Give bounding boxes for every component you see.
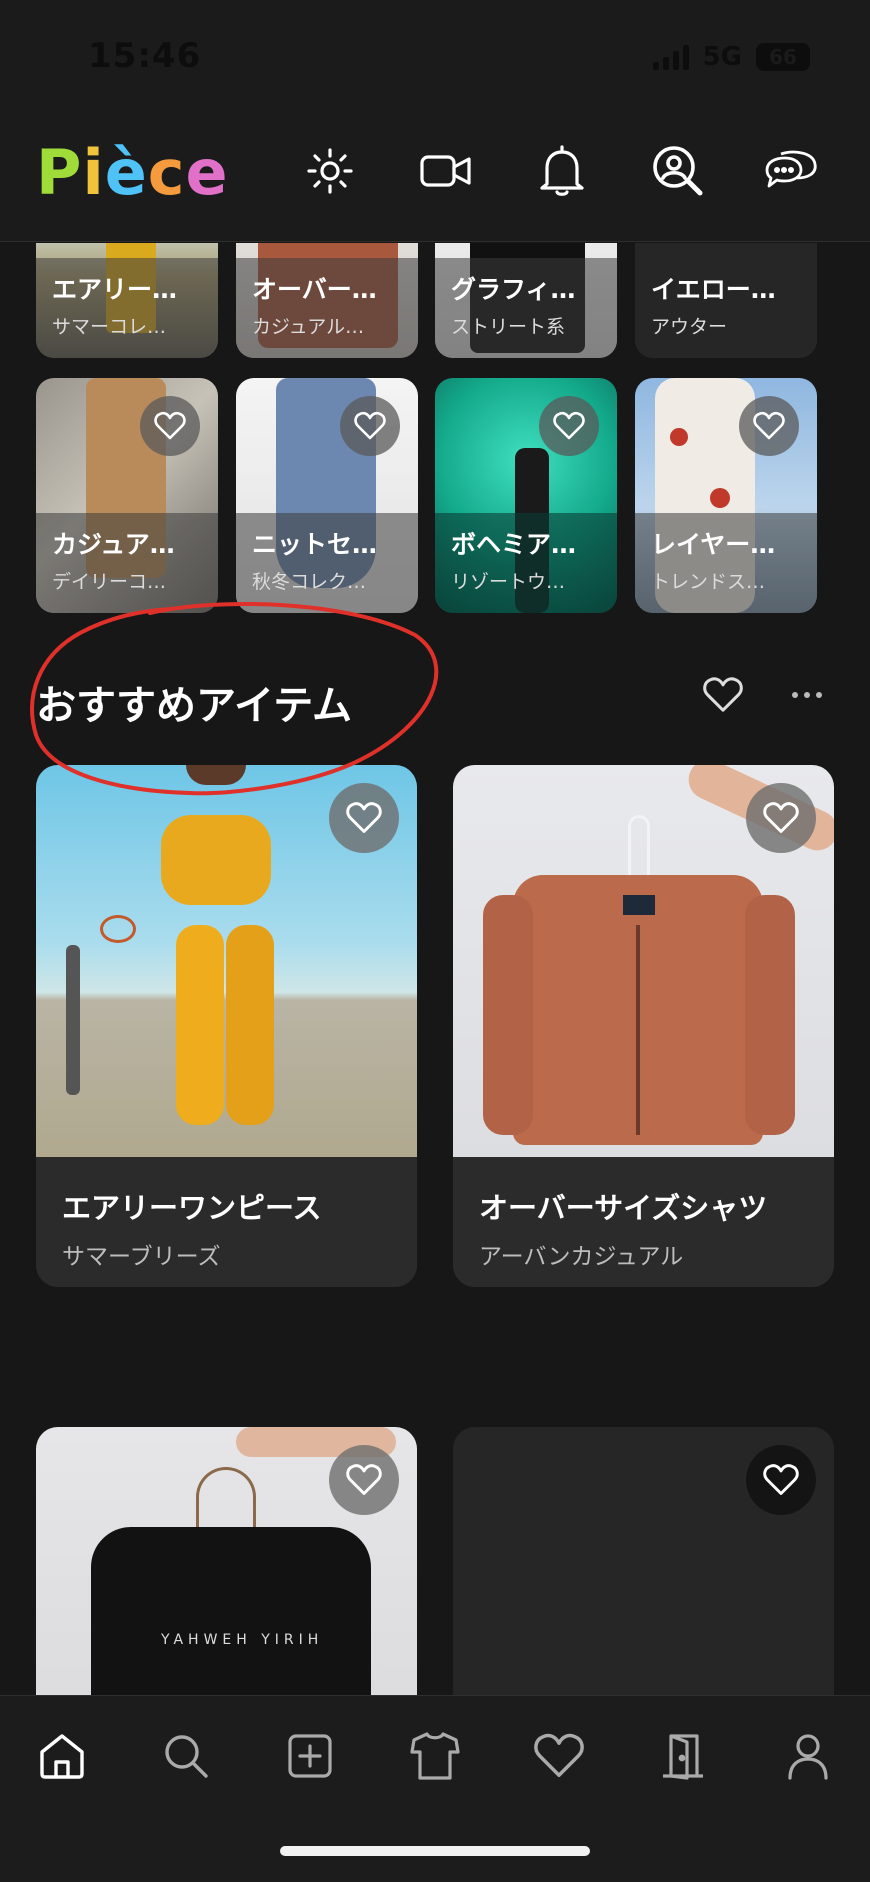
style-card-caption: ニットセ… 秋冬コレク… — [236, 513, 418, 613]
style-card[interactable]: オーバー… カジュアル… — [236, 243, 418, 358]
style-card[interactable]: エアリー… サマーコレ… — [36, 243, 218, 358]
style-card-subtitle: ストリート系 — [451, 316, 566, 338]
user-search-icon[interactable] — [647, 140, 709, 202]
style-card[interactable]: イエロー… アウター — [635, 243, 817, 358]
style-card-title: イエロー… — [651, 275, 776, 304]
favorite-button[interactable] — [140, 396, 200, 456]
logo-letter: è — [104, 136, 148, 209]
favorite-button[interactable] — [340, 396, 400, 456]
style-card-caption: エアリー… サマーコレ… — [36, 258, 218, 358]
heart-icon[interactable] — [527, 1724, 591, 1788]
network-label: 5G — [702, 42, 742, 72]
app-logo[interactable]: Pièce — [36, 136, 229, 209]
style-card-title: カジュア… — [52, 530, 175, 559]
more-options-button[interactable] — [780, 668, 834, 722]
style-card-subtitle: リゾートウ… — [451, 571, 566, 593]
product-card[interactable]: エアリーワンピース サマーブリーズ — [36, 765, 417, 1287]
style-card-subtitle: 秋冬コレク… — [252, 571, 367, 593]
tshirt-icon[interactable] — [403, 1724, 467, 1788]
sun-icon[interactable] — [299, 140, 361, 202]
style-card-title: レイヤー… — [651, 530, 776, 559]
status-bar: 15:46 5G 66 — [0, 0, 870, 110]
style-card-title: グラフィ… — [451, 275, 576, 304]
style-card-caption: グラフィ… ストリート系 — [435, 258, 617, 358]
style-card-title: エアリー… — [52, 275, 178, 304]
battery-icon: 66 — [756, 43, 810, 71]
home-icon[interactable] — [30, 1724, 94, 1788]
favorite-button[interactable] — [746, 1445, 816, 1515]
product-title: エアリーワンピース — [62, 1191, 322, 1225]
product-brand: サマーブリーズ — [62, 1244, 221, 1270]
style-card-caption: カジュア… デイリーコ… — [36, 513, 218, 613]
logo-letter: e — [185, 136, 229, 209]
style-card[interactable]: ニットセ… 秋冬コレク… — [236, 378, 418, 613]
logo-letter: P — [36, 136, 83, 209]
favorite-button[interactable] — [329, 783, 399, 853]
feed-content[interactable]: エアリー… サマーコレ… オーバー… カジュアル… グラフィ… ストリート系 イ… — [0, 243, 870, 1695]
section-favorite-button[interactable] — [696, 668, 750, 722]
favorite-button[interactable] — [539, 396, 599, 456]
door-icon[interactable] — [651, 1724, 715, 1788]
style-card-caption: オーバー… カジュアル… — [236, 258, 418, 358]
app-header: Pièce — [0, 110, 870, 242]
product-card[interactable] — [453, 1427, 834, 1695]
style-card-caption: レイヤー… トレンドス… — [635, 513, 817, 613]
product-title: オーバーサイズシャツ — [479, 1191, 768, 1225]
favorite-button[interactable] — [746, 783, 816, 853]
style-card-title: ニットセ… — [252, 530, 378, 559]
profile-icon[interactable] — [776, 1724, 840, 1788]
style-card[interactable]: カジュア… デイリーコ… — [36, 378, 218, 613]
status-indicators: 5G 66 — [652, 42, 810, 72]
style-card-subtitle: アウター — [651, 316, 728, 338]
style-card-caption: ボヘミア… リゾートウ… — [435, 513, 617, 613]
chat-bubbles-icon[interactable] — [760, 140, 822, 202]
logo-letter: c — [147, 136, 186, 209]
product-info: オーバーサイズシャツ アーバンカジュアル — [453, 1157, 834, 1287]
style-card-subtitle: トレンドス… — [651, 571, 766, 593]
search-icon[interactable] — [154, 1724, 218, 1788]
product-brand: アーバンカジュアル — [479, 1244, 684, 1270]
style-card-subtitle: デイリーコ… — [52, 571, 167, 593]
home-indicator — [280, 1846, 590, 1856]
logo-letter: i — [82, 136, 105, 209]
style-card-caption: イエロー… アウター — [635, 258, 817, 358]
style-card[interactable]: レイヤー… トレンドス… — [635, 378, 817, 613]
style-card[interactable]: ボヘミア… リゾートウ… — [435, 378, 617, 613]
style-card-title: オーバー… — [252, 275, 377, 304]
product-info: エアリーワンピース サマーブリーズ — [36, 1157, 417, 1287]
signal-icon — [652, 44, 689, 70]
favorite-button[interactable] — [739, 396, 799, 456]
add-post-icon[interactable] — [278, 1724, 342, 1788]
shirt-print-text: YAHWEH YIRIH — [161, 1632, 324, 1648]
style-card[interactable]: グラフィ… ストリート系 — [435, 243, 617, 358]
favorite-button[interactable] — [329, 1445, 399, 1515]
style-card-subtitle: カジュアル… — [252, 316, 365, 338]
bottom-navigation — [0, 1695, 870, 1882]
style-card-title: ボヘミア… — [451, 530, 577, 559]
bell-icon[interactable] — [531, 140, 593, 202]
video-camera-icon[interactable] — [415, 140, 477, 202]
status-time: 15:46 — [88, 36, 202, 76]
section-title: おすすめアイテム — [36, 683, 352, 729]
product-card[interactable]: YAHWEH YIRIH — [36, 1427, 417, 1695]
style-card-subtitle: サマーコレ… — [52, 316, 167, 338]
product-card[interactable]: オーバーサイズシャツ アーバンカジュアル — [453, 765, 834, 1287]
